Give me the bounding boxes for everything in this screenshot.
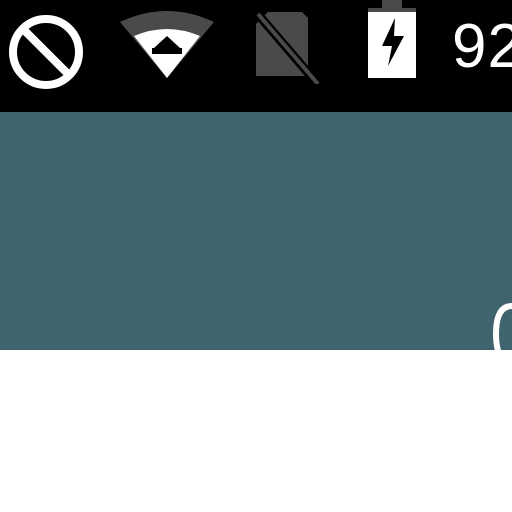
wifi-icon bbox=[120, 11, 214, 78]
battery-charging-icon bbox=[368, 0, 416, 78]
app-toolbar bbox=[0, 112, 512, 350]
battery-percentage: 92 bbox=[452, 12, 512, 81]
no-sim-icon bbox=[252, 9, 320, 84]
do-not-disturb-icon bbox=[9, 15, 83, 89]
content-area bbox=[0, 350, 512, 512]
toolbar-title-glyph-icon bbox=[492, 303, 512, 350]
status-bar: 92 bbox=[0, 0, 512, 112]
